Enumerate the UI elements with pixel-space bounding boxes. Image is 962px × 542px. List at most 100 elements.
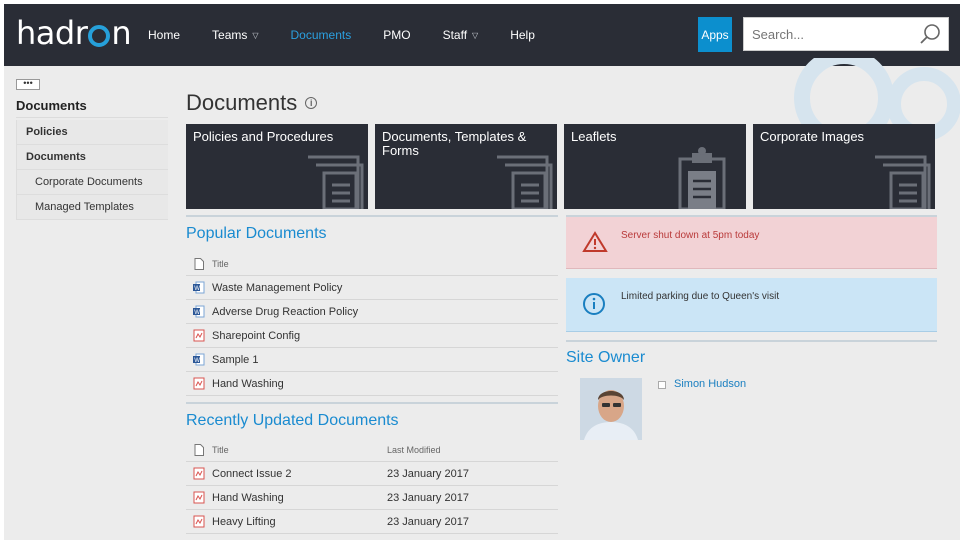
warning-triangle-icon — [582, 231, 608, 252]
hadron-logo[interactable]: hadr n — [16, 14, 132, 52]
nav-pmo[interactable]: PMO — [383, 28, 410, 42]
table-row[interactable]: Hand Washing 23 January 2017 — [186, 486, 558, 510]
app-frame: hadr n Home Teams ▽ Documents PMO Staff ▽ H… — [4, 4, 960, 540]
word-doc-icon: W — [186, 305, 212, 318]
column-last-modified-header[interactable]: Last Modified — [387, 445, 558, 455]
document-title[interactable]: Adverse Drug Reaction Policy — [212, 306, 387, 318]
chevron-down-icon: ▽ — [252, 30, 259, 40]
pdf-doc-icon — [186, 377, 212, 390]
table-row[interactable]: W Waste Management Policy — [186, 276, 558, 300]
tile-policies-and-procedures[interactable]: Policies and Procedures — [186, 124, 368, 209]
page-title-text: Documents — [186, 90, 298, 115]
tile-label: Corporate Images — [760, 129, 865, 144]
document-stack-icon — [308, 155, 364, 209]
document-title[interactable]: Connect Issue 2 — [212, 468, 387, 480]
warning-announcement: Server shut down at 5pm today — [566, 217, 937, 269]
sidebar-divider — [16, 117, 168, 118]
last-modified-date: 23 January 2017 — [387, 467, 469, 480]
pdf-doc-icon — [186, 515, 212, 528]
nav-documents-label: Documents — [290, 28, 352, 42]
document-title[interactable]: Sharepoint Config — [212, 330, 387, 342]
presence-checkbox[interactable] — [658, 381, 666, 389]
nav-home[interactable]: Home — [148, 28, 180, 42]
search-icon[interactable] — [918, 22, 942, 46]
info-text: Limited parking due to Queen's visit — [621, 291, 780, 302]
document-title[interactable]: Waste Management Policy — [212, 282, 387, 294]
sidebar-item-policies[interactable]: Policies — [16, 120, 168, 145]
column-title-header[interactable]: Title — [212, 445, 387, 455]
logo-text-left: hadr — [16, 14, 88, 52]
section-divider — [186, 215, 558, 217]
tile-documents-templates-forms[interactable]: Documents, Templates & Forms — [375, 124, 557, 209]
document-title[interactable]: Heavy Lifting — [212, 516, 387, 528]
nav-help-label: Help — [510, 28, 535, 42]
pdf-doc-icon — [186, 467, 212, 480]
last-modified-date: 23 January 2017 — [387, 515, 469, 528]
search-input[interactable] — [744, 18, 904, 50]
nav-staff[interactable]: Staff ▽ — [443, 28, 479, 42]
nav-staff-label: Staff — [442, 28, 468, 42]
main-nav: Home Teams ▽ Documents PMO Staff ▽ Help — [148, 28, 567, 42]
info-icon[interactable]: i — [305, 97, 318, 109]
nav-help[interactable]: Help — [510, 28, 535, 42]
svg-text:W: W — [194, 358, 200, 364]
word-doc-icon: W — [186, 353, 212, 366]
recent-documents-table: Title Last Modified Connect Issue 2 23 J… — [186, 438, 558, 534]
nav-teams-label: Teams — [212, 28, 248, 42]
tile-corporate-images[interactable]: Corporate Images — [753, 124, 935, 209]
search-box — [743, 17, 949, 51]
table-row[interactable]: Hand Washing — [186, 372, 558, 396]
logo-text-right: n — [111, 14, 132, 52]
tile-label: Policies and Procedures — [193, 129, 334, 144]
table-row[interactable]: Heavy Lifting 23 January 2017 — [186, 510, 558, 534]
last-modified-date: 23 January 2017 — [387, 491, 469, 504]
popular-documents-table: Title W Waste Management Policy W Advers… — [186, 252, 558, 396]
clipboard-icon — [678, 147, 726, 209]
sidebar-item-corporate-documents[interactable]: Corporate Documents — [16, 170, 168, 195]
nav-pmo-label: PMO — [383, 28, 411, 42]
sidebar-item-managed-templates[interactable]: Managed Templates — [16, 195, 168, 220]
site-owner-name-link[interactable]: Simon Hudson — [674, 378, 746, 390]
more-options-button[interactable]: ••• — [16, 79, 40, 90]
table-row[interactable]: Connect Issue 2 23 January 2017 — [186, 462, 558, 486]
info-circle-icon — [583, 293, 605, 315]
nav-documents[interactable]: Documents — [291, 28, 352, 42]
section-divider — [186, 402, 558, 404]
section-divider — [566, 340, 937, 342]
apps-button[interactable]: Apps — [698, 17, 732, 52]
table-row[interactable]: Sharepoint Config — [186, 324, 558, 348]
page-title: Documents i — [186, 90, 318, 116]
document-title[interactable]: Hand Washing — [212, 378, 387, 390]
table-row[interactable]: W Sample 1 — [186, 348, 558, 372]
top-nav-bar: hadr n Home Teams ▽ Documents PMO Staff ▽ H… — [4, 4, 960, 66]
word-doc-icon: W — [186, 281, 212, 294]
tile-label: Leaflets — [571, 129, 617, 144]
pdf-doc-icon — [186, 491, 212, 504]
svg-text:W: W — [194, 286, 200, 292]
document-title[interactable]: Hand Washing — [212, 492, 387, 504]
info-announcement: Limited parking due to Queen's visit — [566, 278, 937, 332]
document-title[interactable]: Sample 1 — [212, 354, 387, 366]
recently-updated-heading: Recently Updated Documents — [186, 412, 399, 429]
sidebar-title: Documents — [16, 98, 87, 113]
pdf-doc-icon — [186, 329, 212, 342]
file-generic-icon — [186, 443, 212, 456]
popular-documents-heading: Popular Documents — [186, 225, 327, 242]
owner-avatar[interactable] — [580, 378, 642, 440]
site-owner-heading: Site Owner — [566, 349, 646, 366]
person-photo-icon — [580, 378, 642, 440]
sidebar-nav: Policies Documents Corporate Documents M… — [16, 120, 168, 220]
column-title-header[interactable]: Title — [212, 259, 387, 269]
nav-teams[interactable]: Teams ▽ — [212, 28, 259, 42]
tile-leaflets[interactable]: Leaflets — [564, 124, 746, 209]
sidebar-item-documents[interactable]: Documents — [16, 145, 168, 170]
file-generic-icon — [186, 257, 212, 270]
svg-text:W: W — [194, 310, 200, 316]
document-stack-icon — [875, 155, 931, 209]
warning-text: Server shut down at 5pm today — [621, 230, 760, 241]
table-header-row: Title Last Modified — [186, 438, 558, 462]
table-header-row: Title — [186, 252, 558, 276]
table-row[interactable]: W Adverse Drug Reaction Policy — [186, 300, 558, 324]
nav-home-label: Home — [148, 28, 181, 42]
tile-label: Documents, Templates & Forms — [382, 129, 527, 158]
